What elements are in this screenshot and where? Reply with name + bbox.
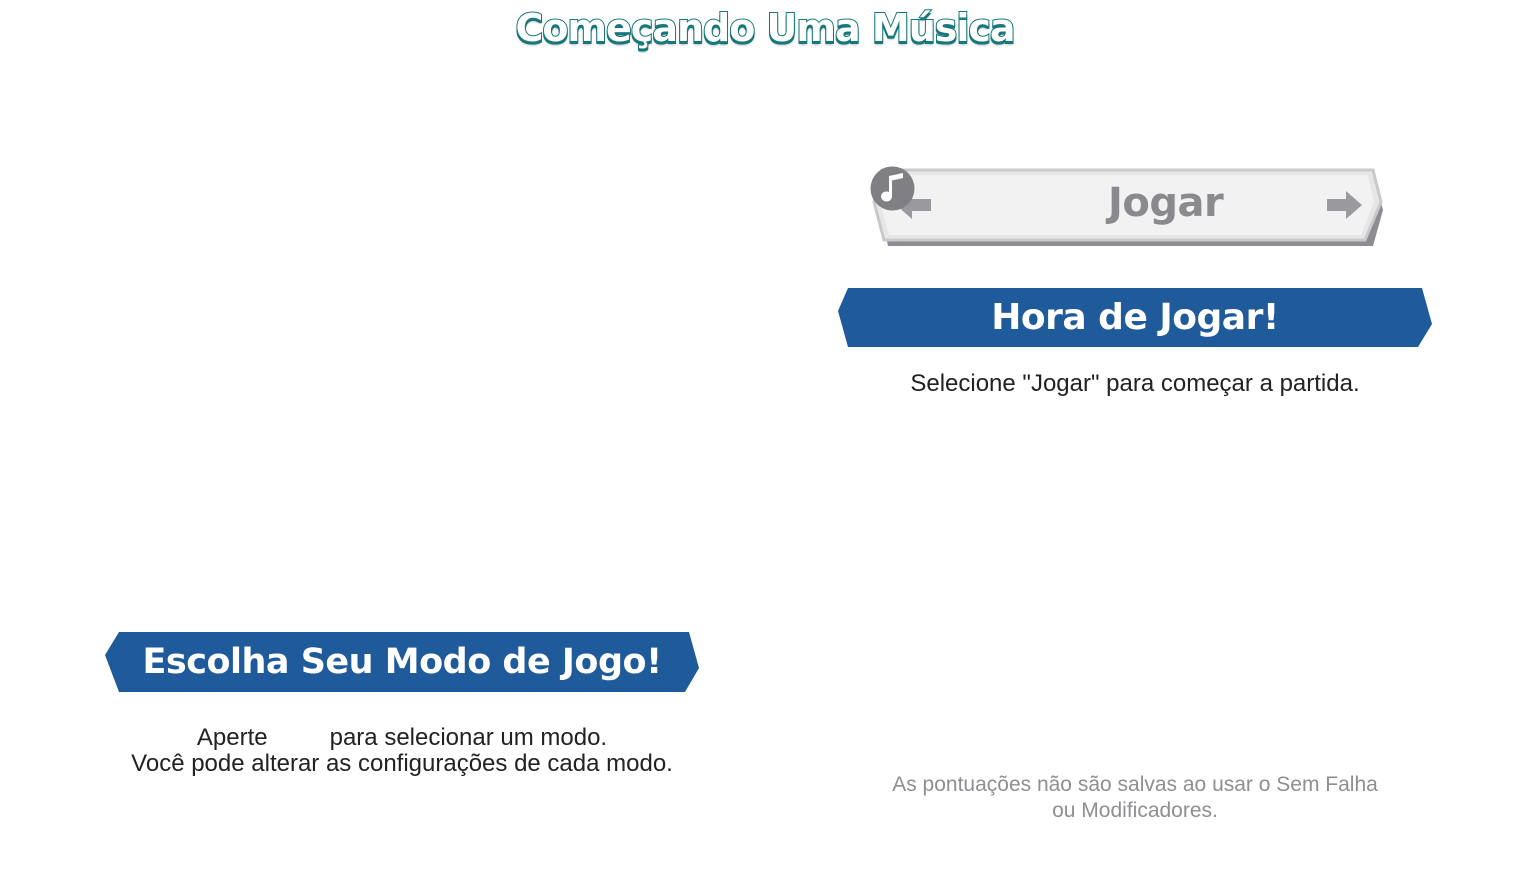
mode-section-banner: Escolha Seu Modo de Jogo! [105,632,699,692]
mode-section-heading: Escolha Seu Modo de Jogo! [142,642,662,682]
mode-instruction-before: Aperte [196,724,268,751]
play-button-label: Jogar [1108,180,1224,226]
play-section-heading: Hora de Jogar! [991,297,1279,338]
score-footnote: As pontuações não são salvas ao usar o S… [860,772,1410,824]
footnote-line-2: ou Modificadores. [1052,799,1218,822]
page-title: Começando Uma Música [514,5,1016,51]
footnote-line-1: As pontuações não são salvas ao usar o S… [892,773,1378,796]
play-section-banner: Hora de Jogar! [838,288,1432,347]
arrow-right-icon[interactable] [1324,188,1364,222]
play-selector-button[interactable]: Jogar [870,166,1385,252]
play-section-description: Selecione "Jogar" para começar a partida… [910,370,1360,397]
mode-section-description: Aperte para selecionar um modo. Você pode… [100,725,704,777]
mode-config-line: Você pode alterar as configurações de ca… [131,750,673,777]
mode-instruction-after: para selecionar um modo. [329,724,608,751]
music-note-icon [870,166,915,211]
mode-instruction-line: Aperte para selecionar um modo. [100,725,704,751]
